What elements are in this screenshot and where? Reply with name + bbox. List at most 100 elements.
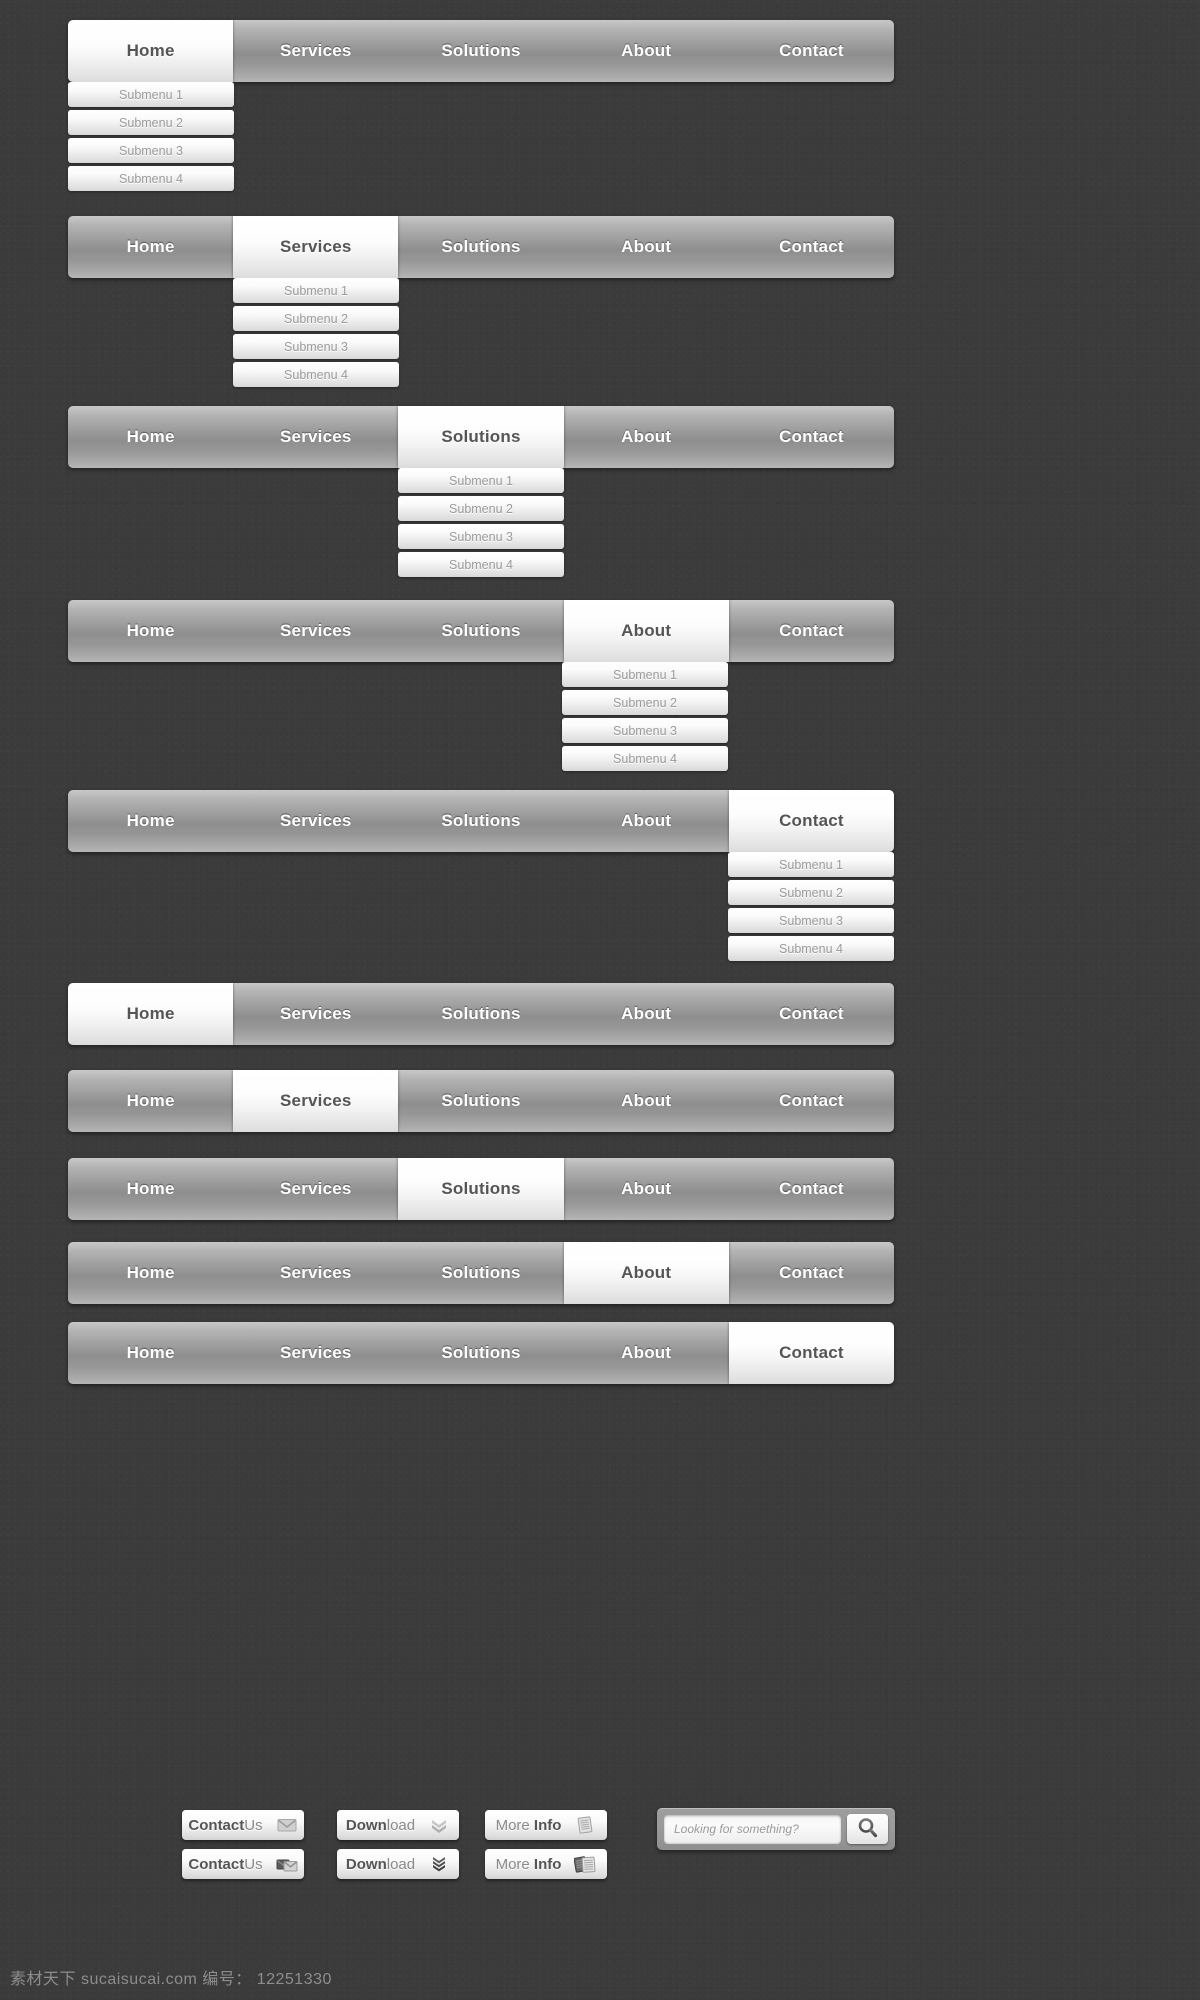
nav-item-home[interactable]: Home [68,1158,234,1220]
contact-us-button-alt[interactable]: ContactUs [182,1849,304,1879]
more-info-button-alt[interactable]: More Info [485,1849,607,1879]
navbar: Home Services Solutions About Contact [68,216,894,278]
submenu: Submenu 1 Submenu 2 Submenu 3 Submenu 4 [233,278,399,390]
nav-item-services[interactable]: Services [233,1242,399,1304]
submenu-item[interactable]: Submenu 2 [728,880,894,905]
submenu-item[interactable]: Submenu 4 [398,552,564,577]
nav-item-home[interactable]: Home [68,1070,234,1132]
download-button[interactable]: Download [337,1810,459,1840]
more-info-button[interactable]: More Info [485,1810,607,1840]
submenu-item-label: Submenu 3 [284,339,348,354]
nav-item-about[interactable]: About [563,1322,729,1384]
submenu-item[interactable]: Submenu 3 [233,334,399,359]
nav-item-home[interactable]: Home [68,983,234,1045]
nav-item-home[interactable]: Home [68,1322,234,1384]
submenu-item-label: Submenu 2 [779,885,843,900]
submenu-item[interactable]: Submenu 1 [233,278,399,303]
submenu-item[interactable]: Submenu 1 [68,82,234,107]
nav-item-about[interactable]: About [563,600,729,662]
nav-item-solutions[interactable]: Solutions [398,20,564,82]
nav-item-label: Solutions [441,1179,521,1198]
nav-item-label: Contact [779,1091,844,1110]
submenu-item[interactable]: Submenu 4 [68,166,234,191]
nav-item-about[interactable]: About [563,1242,729,1304]
nav-item-about[interactable]: About [563,790,729,852]
nav-item-contact[interactable]: Contact [728,600,894,662]
nav-item-about[interactable]: About [563,216,729,278]
nav-item-contact[interactable]: Contact [728,1242,894,1304]
submenu-item[interactable]: Submenu 3 [68,138,234,163]
nav-item-contact[interactable]: Contact [728,1158,894,1220]
submenu-item[interactable]: Submenu 3 [562,718,728,743]
submenu-item[interactable]: Submenu 2 [562,690,728,715]
nav-item-home[interactable]: Home [68,20,234,82]
nav-item-home[interactable]: Home [68,790,234,852]
button-label-light: Us [244,1855,263,1873]
submenu-item[interactable]: Submenu 4 [233,362,399,387]
nav-item-about[interactable]: About [563,1158,729,1220]
button-label-strong: Info [529,1816,562,1834]
nav-item-home[interactable]: Home [68,600,234,662]
submenu-item-label: Submenu 4 [449,557,513,572]
nav-item-about[interactable]: About [563,1070,729,1132]
nav-item-contact[interactable]: Contact [728,983,894,1045]
submenu-item[interactable]: Submenu 4 [562,746,728,771]
nav-item-services[interactable]: Services [233,790,399,852]
nav-item-contact[interactable]: Contact [728,406,894,468]
nav-item-solutions[interactable]: Solutions [398,1158,564,1220]
nav-item-home[interactable]: Home [68,406,234,468]
double-chevron-down-icon [428,1816,450,1834]
nav-item-services[interactable]: Services [233,600,399,662]
nav-item-contact[interactable]: Contact [728,1322,894,1384]
submenu-item[interactable]: Submenu 4 [728,936,894,961]
envelope-stack-icon [276,1855,298,1873]
nav-item-services[interactable]: Services [233,983,399,1045]
download-button-alt[interactable]: Download [337,1849,459,1879]
search-button[interactable] [847,1814,888,1844]
navbar: Home Services Solutions About Contact [68,600,894,662]
submenu-item[interactable]: Submenu 1 [398,468,564,493]
nav-item-home[interactable]: Home [68,1242,234,1304]
nav-item-about[interactable]: About [563,983,729,1045]
nav-item-solutions[interactable]: Solutions [398,406,564,468]
submenu-item-label: Submenu 4 [613,751,677,766]
nav-item-services[interactable]: Services [233,20,399,82]
nav-item-services[interactable]: Services [233,216,399,278]
nav-item-solutions[interactable]: Solutions [398,1322,564,1384]
submenu-item[interactable]: Submenu 3 [728,908,894,933]
nav-item-label: Contact [779,427,844,446]
watermark-text: 素材天下 sucaisucai.com 编号： 12251330 [10,1971,332,1988]
nav-item-about[interactable]: About [563,20,729,82]
nav-item-solutions[interactable]: Solutions [398,1242,564,1304]
nav-item-solutions[interactable]: Solutions [398,790,564,852]
submenu-item-label: Submenu 1 [613,667,677,682]
submenu-item[interactable]: Submenu 2 [398,496,564,521]
search-input[interactable] [664,1815,841,1843]
search-box[interactable] [657,1808,895,1850]
nav-item-label: About [621,1263,672,1282]
nav-item-home[interactable]: Home [68,216,234,278]
nav-item-solutions[interactable]: Solutions [398,600,564,662]
nav-item-services[interactable]: Services [233,1322,399,1384]
nav-item-label: Services [280,1179,352,1198]
nav-item-solutions[interactable]: Solutions [398,1070,564,1132]
nav-item-services[interactable]: Services [233,406,399,468]
nav-item-contact[interactable]: Contact [728,790,894,852]
nav-item-solutions[interactable]: Solutions [398,216,564,278]
button-label-light: More [495,1855,530,1873]
nav-item-services[interactable]: Services [233,1158,399,1220]
nav-item-label: Solutions [441,1263,521,1282]
nav-item-contact[interactable]: Contact [728,216,894,278]
submenu-item[interactable]: Submenu 1 [728,852,894,877]
nav-item-contact[interactable]: Contact [728,1070,894,1132]
contact-us-button[interactable]: ContactUs [182,1810,304,1840]
nav-item-contact[interactable]: Contact [728,20,894,82]
nav-item-solutions[interactable]: Solutions [398,983,564,1045]
nav-item-about[interactable]: About [563,406,729,468]
nav-item-services[interactable]: Services [233,1070,399,1132]
submenu-item[interactable]: Submenu 2 [233,306,399,331]
submenu-item[interactable]: Submenu 3 [398,524,564,549]
submenu-item[interactable]: Submenu 1 [562,662,728,687]
submenu-item[interactable]: Submenu 2 [68,110,234,135]
nav-item-label: Solutions [441,41,521,60]
